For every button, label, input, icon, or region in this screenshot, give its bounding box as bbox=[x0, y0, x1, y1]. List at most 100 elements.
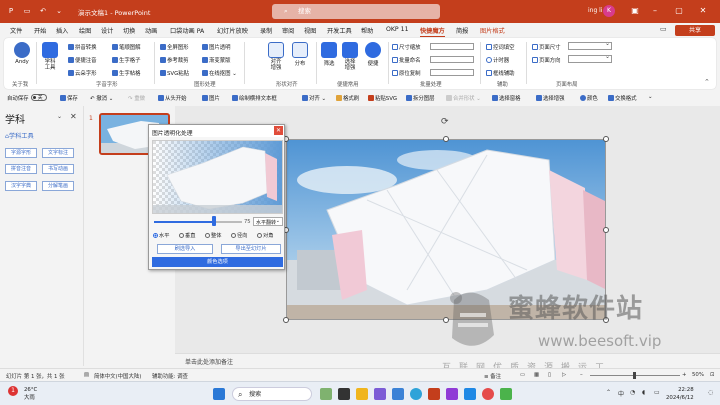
picture-button[interactable]: 图片 bbox=[202, 94, 220, 102]
fit-slide-icon[interactable]: ⊡ bbox=[710, 372, 715, 378]
timer-button[interactable]: 计时器 bbox=[486, 56, 509, 64]
split-layer-button[interactable]: 拆分图层 bbox=[406, 94, 435, 102]
notes-pane[interactable]: 单击此处添加备注 bbox=[175, 353, 720, 366]
maximize-icon[interactable]: ▢ bbox=[672, 5, 686, 17]
color-button[interactable]: 颜色 bbox=[580, 94, 598, 102]
distribute-button[interactable]: 分布 bbox=[290, 42, 310, 67]
size-scale-button[interactable]: 尺寸缩放 bbox=[392, 43, 421, 51]
slide-sorter-icon[interactable]: ▦ bbox=[534, 372, 539, 378]
xueke-tool-button[interactable]: 学科工具 bbox=[40, 42, 60, 71]
visual-studio-icon[interactable] bbox=[446, 388, 458, 400]
format-painter-button[interactable]: 格式刷 bbox=[336, 94, 359, 102]
copybook-grid-button[interactable]: 生字帖格 bbox=[112, 69, 141, 77]
notification-icon[interactable]: ◌ bbox=[708, 389, 713, 396]
batch-rename-input[interactable] bbox=[430, 56, 474, 63]
clock[interactable]: 22:28 2024/6/12 bbox=[666, 386, 694, 402]
resize-handle-bottom-left[interactable] bbox=[283, 317, 289, 323]
chevron-down-icon[interactable]: ⌄ bbox=[57, 113, 62, 120]
save-button[interactable]: 保存 bbox=[60, 94, 78, 102]
weather-badge[interactable]: 1 bbox=[8, 386, 18, 396]
char-origin-button[interactable]: 字源字形 bbox=[5, 148, 37, 158]
subject-tools-link[interactable]: ⌂学科工具 bbox=[5, 131, 34, 140]
spellcheck-icon[interactable]: ▤ bbox=[84, 372, 89, 378]
export-to-slide-button[interactable]: 导出至幻灯片 bbox=[221, 244, 281, 254]
avatar[interactable]: K bbox=[603, 5, 615, 17]
user-name[interactable]: ing li bbox=[588, 7, 603, 14]
resize-handle-right[interactable] bbox=[603, 227, 609, 233]
online-cutout-button[interactable]: 在线抠图 ⌄ bbox=[202, 69, 237, 77]
resize-handle-bottom-right[interactable] bbox=[603, 317, 609, 323]
app-icon-blue[interactable] bbox=[464, 388, 476, 400]
close-icon[interactable]: ✕ bbox=[696, 5, 710, 17]
andy-button[interactable]: Andy bbox=[12, 42, 32, 65]
zoom-out-icon[interactable]: – bbox=[580, 372, 583, 378]
resize-handle-top-right[interactable] bbox=[603, 136, 609, 142]
textbox-button[interactable]: 绘制横排文本框 bbox=[232, 94, 277, 102]
radio-whole[interactable]: 整体 bbox=[205, 232, 221, 239]
stroke-diagram-button[interactable]: 笔顺图解 bbox=[112, 43, 141, 51]
battery-icon[interactable]: ▭ bbox=[654, 389, 660, 396]
tab-record[interactable]: 录制 bbox=[260, 26, 272, 35]
resize-handle-bottom[interactable] bbox=[443, 317, 449, 323]
from-start-button[interactable]: 从头开始 bbox=[158, 94, 187, 102]
svg-paste-button[interactable]: SVG粘贴 bbox=[160, 69, 189, 77]
text-annotate-button[interactable]: 文字标注 bbox=[42, 148, 74, 158]
edge-icon[interactable] bbox=[410, 388, 422, 400]
size-scale-input[interactable] bbox=[430, 43, 474, 50]
tab-brief[interactable]: 简报 bbox=[456, 26, 468, 35]
tab-insert[interactable]: 插入 bbox=[56, 26, 68, 35]
convenient-button[interactable]: 便捷 bbox=[364, 42, 382, 67]
laundry-photo[interactable] bbox=[286, 139, 606, 320]
zoom-slider-thumb[interactable] bbox=[633, 372, 636, 379]
resize-handle-top[interactable] bbox=[443, 136, 449, 142]
page-orientation-dropdown[interactable] bbox=[568, 53, 612, 63]
cloud-font-button[interactable]: 云朵字形 bbox=[68, 69, 97, 77]
reference-crop-button[interactable]: 参考裁剪 bbox=[160, 56, 189, 64]
page-size-dropdown[interactable] bbox=[568, 40, 612, 50]
pinyin-annotate-button[interactable]: 拼音注音 bbox=[5, 164, 37, 174]
tab-picture-format[interactable]: 图片格式 bbox=[480, 26, 505, 35]
volume-icon[interactable]: ◖ bbox=[642, 389, 645, 396]
radio-diagonal[interactable]: 对角 bbox=[257, 232, 273, 239]
autosave-switch[interactable]: 关 bbox=[30, 94, 47, 101]
color-options-button[interactable]: 颜色选项 bbox=[152, 257, 283, 267]
selection-pane-button[interactable]: 选择窗格 bbox=[492, 94, 521, 102]
tab-slideshow[interactable]: 幻灯片放映 bbox=[217, 26, 248, 35]
tab-view[interactable]: 视图 bbox=[304, 26, 316, 35]
app-icon-green[interactable] bbox=[500, 388, 512, 400]
notes-toggle[interactable]: ≡ 备注 bbox=[484, 372, 501, 380]
task-view-icon[interactable] bbox=[338, 388, 350, 400]
share-button[interactable]: 共享 bbox=[675, 25, 715, 36]
pinyin-convert-button[interactable]: 拼音转换 bbox=[68, 43, 97, 51]
app-icon-purple[interactable] bbox=[374, 388, 386, 400]
tab-animations[interactable]: 动画 bbox=[145, 26, 157, 35]
in-place-copy-button[interactable]: 原位复制 bbox=[392, 69, 421, 77]
app-icon-red[interactable] bbox=[482, 388, 494, 400]
image-transparent-button[interactable]: 图片透明 bbox=[202, 43, 231, 51]
decompose-strokes-button[interactable]: 分解笔画 bbox=[42, 181, 74, 191]
close-icon[interactable]: ✕ bbox=[70, 112, 77, 121]
in-place-copy-input[interactable] bbox=[430, 69, 474, 76]
tab-quick-cube[interactable]: 快捷魔方 bbox=[420, 26, 445, 37]
tab-transitions[interactable]: 切换 bbox=[123, 26, 135, 35]
paste-svg-button[interactable]: 粘贴SVG bbox=[368, 94, 397, 102]
tab-help[interactable]: 帮助 bbox=[361, 26, 373, 35]
normal-view-icon[interactable]: ▭ bbox=[520, 372, 525, 378]
slideshow-view-icon[interactable]: ▷ bbox=[562, 372, 566, 378]
char-grid-button[interactable]: 生字格子 bbox=[112, 56, 141, 64]
file-explorer-icon[interactable] bbox=[356, 388, 368, 400]
zoom-level[interactable]: 50% bbox=[692, 372, 704, 378]
search-box[interactable]: ⌕ 搜索 bbox=[272, 4, 440, 19]
network-icon[interactable]: ◔ bbox=[630, 389, 635, 396]
swap-format-button[interactable]: 交换格式 bbox=[608, 94, 637, 102]
powerpoint-taskbar-icon[interactable] bbox=[428, 388, 440, 400]
widgets-icon[interactable] bbox=[320, 388, 332, 400]
tray-expand-icon[interactable]: ⌃ bbox=[606, 389, 611, 396]
comment-icon[interactable]: ▭ bbox=[660, 25, 671, 36]
collapse-ribbon-icon[interactable]: ⌃ bbox=[704, 78, 710, 86]
taskbar-search[interactable]: 搜索 bbox=[232, 387, 312, 401]
undo-button[interactable]: ↶ 撤消 ⌄ bbox=[90, 94, 113, 102]
select-enhance-button[interactable]: 选择增强 bbox=[340, 42, 360, 71]
fullscreen-shape-button[interactable]: 全屏图形 bbox=[160, 43, 189, 51]
radio-radial[interactable]: 径向 bbox=[231, 232, 247, 239]
